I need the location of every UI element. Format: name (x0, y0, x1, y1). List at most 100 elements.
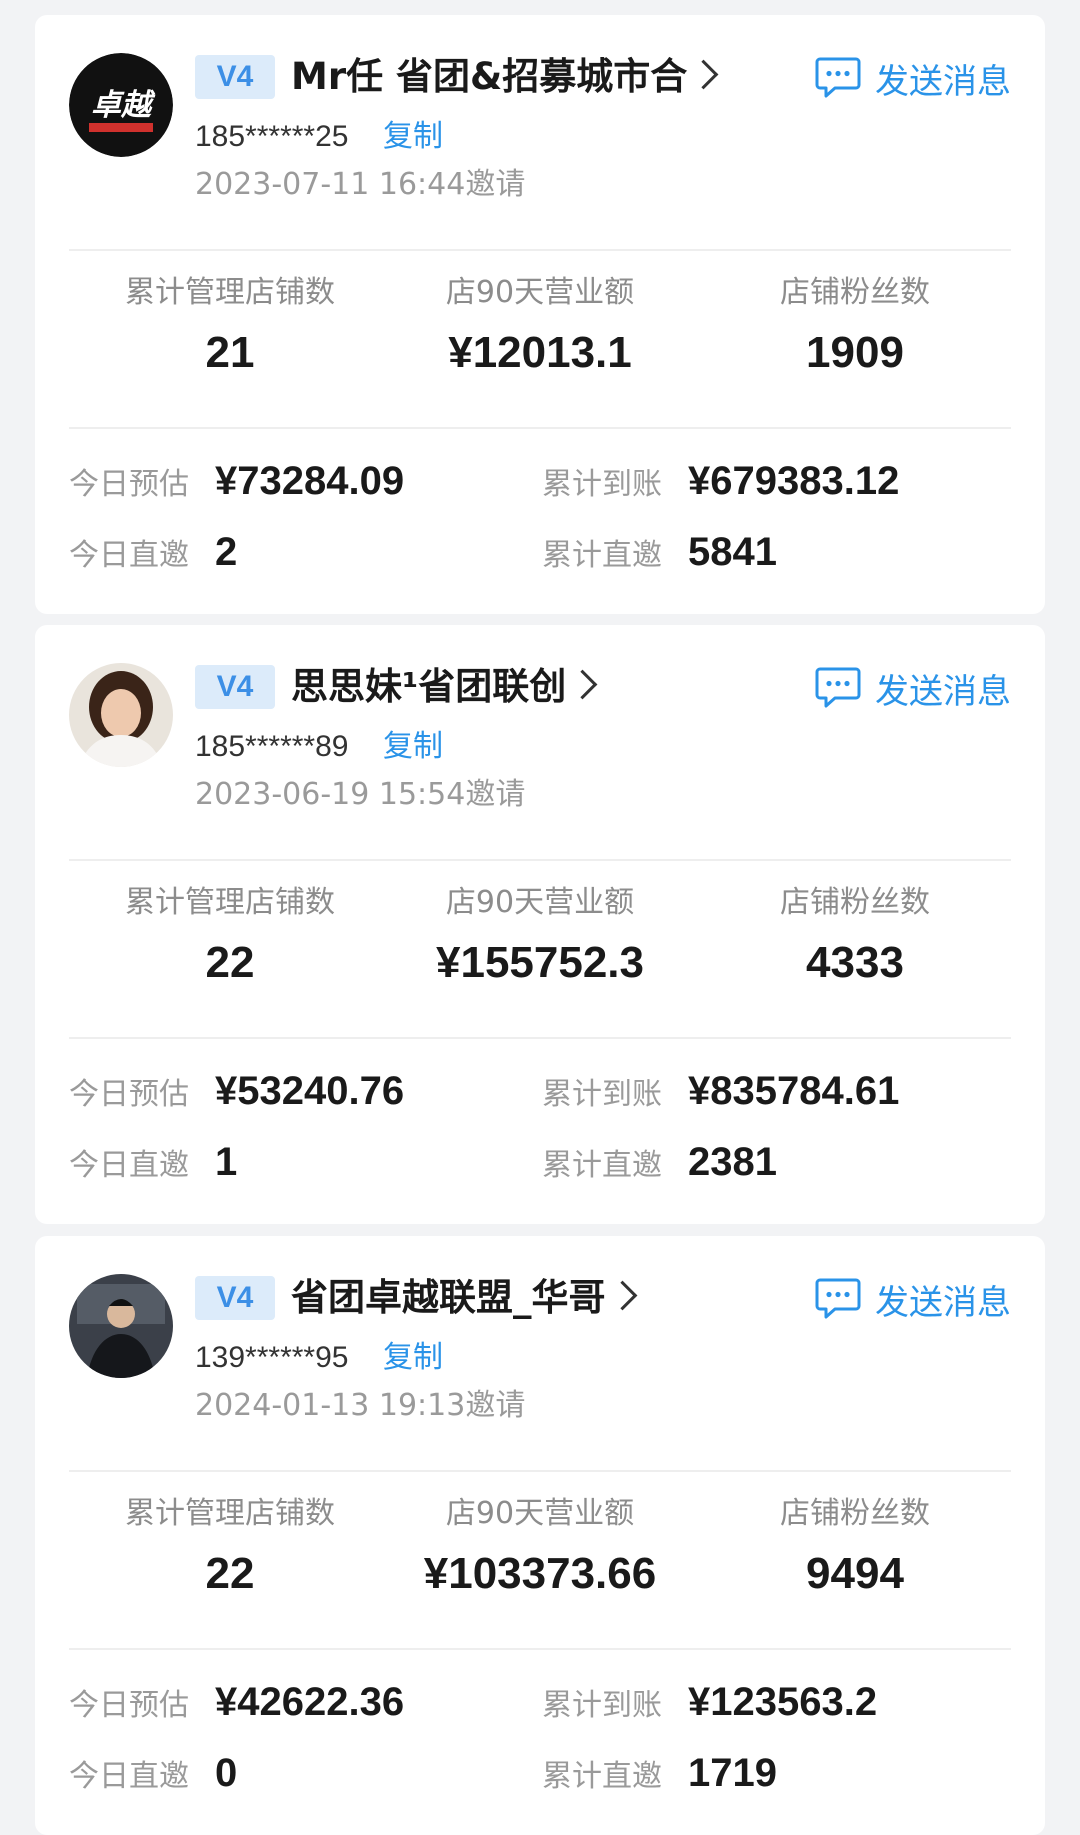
copy-button[interactable]: 复制 (383, 1338, 443, 1378)
chevron-right-icon (688, 59, 719, 90)
stat-stores: 累计管理店铺数 22 (90, 1492, 370, 1602)
send-message-button[interactable]: 发送消息 (815, 663, 1011, 713)
today-invite-value: 1 (215, 1140, 238, 1184)
today-invite-label: 今日直邀 (69, 538, 189, 573)
today-estimate-label: 今日预估 (69, 1688, 189, 1723)
total-invite: 累计直邀 1719 (542, 1748, 777, 1798)
level-badge: V4 (195, 1276, 275, 1320)
stat-stores: 累计管理店铺数 22 (90, 881, 370, 991)
divider (69, 1037, 1011, 1039)
stat-stores-label: 累计管理店铺数 (125, 885, 335, 920)
invite-time: 2023-06-19 15:54邀请 (195, 777, 526, 812)
stat-fans-label: 店铺粉丝数 (780, 275, 930, 310)
total-invite: 累计直邀 2381 (542, 1137, 777, 1187)
stat-stores: 累计管理店铺数 21 (90, 271, 370, 381)
today-invite: 今日直邀 0 (69, 1748, 237, 1798)
invite-time: 2024-01-13 19:13邀请 (195, 1388, 526, 1423)
total-received: 累计到账 ¥123563.2 (542, 1677, 877, 1727)
total-invite-label: 累计直邀 (542, 538, 662, 573)
stat-revenue-value: ¥155752.3 (436, 938, 644, 987)
stat-fans-value: 1909 (806, 328, 904, 377)
man-portrait-avatar[interactable] (69, 1274, 173, 1378)
copy-button[interactable]: 复制 (383, 117, 443, 157)
divider (69, 1648, 1011, 1650)
today-invite-label: 今日直邀 (69, 1148, 189, 1183)
stat-revenue: 店90天营业额 ¥103373.66 (400, 1492, 680, 1602)
stat-stores-value: 22 (205, 938, 255, 987)
phone-number: 139******95 (195, 1341, 349, 1374)
today-estimate: 今日预估 ¥73284.09 (69, 456, 404, 506)
today-estimate-value: ¥42622.36 (215, 1680, 405, 1724)
chat-bubble-icon (815, 1278, 861, 1319)
zhuoyue-logo-avatar[interactable]: 卓越 (69, 53, 173, 157)
copy-button[interactable]: 复制 (383, 727, 443, 767)
chevron-right-icon (567, 669, 598, 700)
today-estimate-value: ¥53240.76 (215, 1069, 405, 1113)
divider (69, 1470, 1011, 1472)
divider (69, 427, 1011, 429)
send-message-label: 发送消息 (875, 671, 1011, 712)
total-invite-label: 累计直邀 (542, 1759, 662, 1794)
stat-revenue-value: ¥103373.66 (423, 1549, 657, 1598)
total-received-label: 累计到账 (542, 1077, 662, 1112)
total-invite-value: 5841 (688, 530, 777, 574)
total-received: 累计到账 ¥835784.61 (542, 1066, 899, 1116)
total-received-value: ¥123563.2 (688, 1680, 878, 1724)
stat-fans-label: 店铺粉丝数 (780, 885, 930, 920)
send-message-button[interactable]: 发送消息 (815, 1274, 1011, 1324)
stat-fans: 店铺粉丝数 1909 (715, 271, 995, 381)
member-list: 卓越 V4 Mr任 省团&招募城市合 发送消息 185******25 复制 2… (0, 0, 1080, 1835)
total-received-value: ¥835784.61 (688, 1069, 900, 1113)
today-invite: 今日直邀 1 (69, 1137, 237, 1187)
member-name: Mr任 省团&招募城市合 (291, 55, 688, 98)
send-message-button[interactable]: 发送消息 (815, 53, 1011, 103)
total-received: 累计到账 ¥679383.12 (542, 456, 899, 506)
avatar-logo-text: 卓越 (91, 88, 156, 123)
stat-stores-label: 累计管理店铺数 (125, 275, 335, 310)
stat-revenue-value: ¥12013.1 (448, 328, 632, 377)
today-estimate-label: 今日预估 (69, 467, 189, 502)
today-invite-label: 今日直邀 (69, 1759, 189, 1794)
stat-fans: 店铺粉丝数 9494 (715, 1492, 995, 1602)
today-invite-value: 0 (215, 1751, 238, 1795)
woman-portrait-avatar[interactable] (69, 663, 173, 767)
stat-fans-value: 9494 (806, 1549, 904, 1598)
total-invite: 累计直邀 5841 (542, 527, 777, 577)
stat-revenue: 店90天营业额 ¥12013.1 (400, 271, 680, 381)
today-estimate: 今日预估 ¥42622.36 (69, 1677, 404, 1727)
chat-bubble-icon (815, 57, 861, 98)
level-badge: V4 (195, 55, 275, 99)
total-invite-value: 1719 (688, 1751, 777, 1795)
stat-fans-value: 4333 (806, 938, 904, 987)
stat-stores-label: 累计管理店铺数 (125, 1496, 335, 1531)
member-name-link[interactable]: Mr任 省团&招募城市合 (291, 49, 719, 105)
today-estimate-label: 今日预估 (69, 1077, 189, 1112)
today-invite: 今日直邀 2 (69, 527, 237, 577)
total-invite-label: 累计直邀 (542, 1148, 662, 1183)
invite-time: 2023-07-11 16:44邀请 (195, 167, 526, 202)
stat-fans: 店铺粉丝数 4333 (715, 881, 995, 991)
stat-stores-value: 21 (205, 328, 255, 377)
stat-revenue-label: 店90天营业额 (445, 275, 635, 310)
member-card: V4 思思妹¹省团联创 发送消息 185******89 复制 2023-06-… (35, 625, 1045, 1224)
member-card: V4 省团卓越联盟_华哥 发送消息 139******95 复制 2024-01… (35, 1236, 1045, 1835)
member-card: 卓越 V4 Mr任 省团&招募城市合 发送消息 185******25 复制 2… (35, 15, 1045, 614)
stat-revenue-label: 店90天营业额 (445, 1496, 635, 1531)
chevron-right-icon (607, 1280, 637, 1311)
divider (69, 859, 1011, 861)
member-name-link[interactable]: 思思妹¹省团联创 (291, 659, 598, 715)
phone-number: 185******25 (195, 120, 349, 153)
stat-revenue: 店90天营业额 ¥155752.3 (400, 881, 680, 991)
member-name: 思思妹¹省团联创 (291, 665, 567, 708)
phone-number: 185******89 (195, 730, 349, 763)
today-invite-value: 2 (215, 530, 238, 574)
chat-bubble-icon (815, 667, 861, 708)
divider (69, 249, 1011, 251)
level-badge: V4 (195, 665, 275, 709)
stat-revenue-label: 店90天营业额 (445, 885, 635, 920)
stat-fans-label: 店铺粉丝数 (780, 1496, 930, 1531)
member-name-link[interactable]: 省团卓越联盟_华哥 (291, 1270, 637, 1326)
total-invite-value: 2381 (688, 1140, 777, 1184)
stat-stores-value: 22 (205, 1549, 255, 1598)
total-received-value: ¥679383.12 (688, 459, 900, 503)
